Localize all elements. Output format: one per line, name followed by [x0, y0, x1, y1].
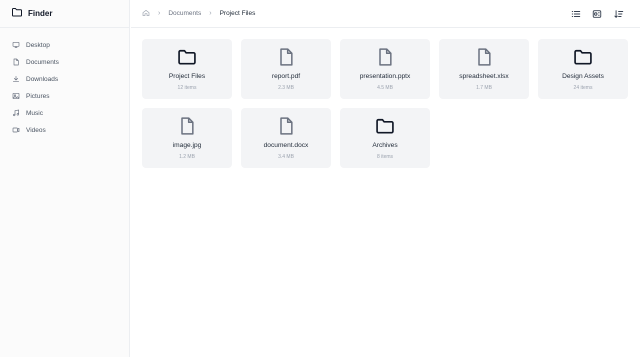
breadcrumb-item-documents[interactable]: Documents	[168, 10, 201, 17]
folder-icon	[177, 47, 197, 67]
sidebar-header: Finder	[0, 0, 129, 28]
folder-tile[interactable]: Project Files 12 items	[142, 39, 232, 99]
breadcrumb-separator: ›	[158, 10, 161, 17]
sidebar: Finder Desktop Documents Downloads Pictu…	[0, 0, 130, 357]
file-icon	[474, 47, 494, 67]
file-icon	[177, 116, 197, 136]
breadcrumb-item-current: Project Files	[219, 10, 256, 17]
finder-window: Finder Desktop Documents Downloads Pictu…	[0, 0, 640, 357]
file-tile[interactable]: presentation.pptx 4.5 MB	[340, 39, 430, 99]
video-icon	[12, 126, 26, 136]
breadcrumb: › Documents › Project Files	[142, 9, 255, 19]
sidebar-nav: Desktop Documents Downloads Pictures Mus…	[0, 28, 129, 139]
file-name: Design Assets	[562, 73, 604, 80]
sidebar-item-pictures[interactable]: Pictures	[0, 88, 129, 105]
folder-icon	[11, 5, 23, 23]
sidebar-item-label: Pictures	[26, 93, 50, 100]
home-icon[interactable]	[142, 9, 150, 19]
file-meta: 2.3 MB	[278, 85, 294, 91]
file-name: presentation.pptx	[359, 73, 411, 80]
file-name: Archives	[372, 142, 398, 149]
file-tile[interactable]: image.jpg 1.2 MB	[142, 108, 232, 168]
file-tile[interactable]: spreadsheet.xlsx 1.7 MB	[439, 39, 529, 99]
sidebar-item-documents[interactable]: Documents	[0, 54, 129, 71]
file-name: image.jpg	[172, 142, 202, 149]
sort-icon[interactable]	[614, 9, 624, 19]
app-title: Finder	[28, 9, 53, 18]
file-meta: 4.5 MB	[377, 85, 393, 91]
monitor-icon	[12, 41, 26, 51]
image-icon	[12, 92, 26, 102]
file-icon	[276, 47, 296, 67]
list-view-icon[interactable]	[571, 9, 581, 19]
file-icon	[375, 47, 395, 67]
sidebar-item-desktop[interactable]: Desktop	[0, 37, 129, 54]
file-name: Project Files	[168, 73, 206, 80]
file-meta: 1.7 MB	[476, 85, 492, 91]
file-name: document.docx	[263, 142, 309, 149]
music-icon	[12, 109, 26, 119]
file-meta: 1.2 MB	[179, 154, 195, 160]
download-icon	[12, 75, 26, 85]
file-name: report.pdf	[271, 73, 301, 80]
sidebar-item-label: Videos	[26, 127, 46, 134]
topbar: › Documents › Project Files	[131, 0, 640, 28]
sidebar-item-music[interactable]: Music	[0, 105, 129, 122]
sidebar-item-label: Music	[26, 110, 43, 117]
folder-tile[interactable]: Archives 8 items	[340, 108, 430, 168]
file-icon	[276, 116, 296, 136]
breadcrumb-separator: ›	[209, 10, 212, 17]
file-meta: 24 items	[573, 85, 593, 91]
main-pane: › Documents › Project Files Project File…	[131, 0, 640, 357]
sidebar-item-label: Desktop	[26, 42, 50, 49]
sidebar-item-downloads[interactable]: Downloads	[0, 71, 129, 88]
sidebar-item-label: Documents	[26, 59, 59, 66]
file-meta: 3.4 MB	[278, 154, 294, 160]
file-tile[interactable]: report.pdf 2.3 MB	[241, 39, 331, 99]
file-meta: 8 items	[376, 154, 394, 160]
folder-icon	[375, 116, 395, 136]
file-name: spreadsheet.xlsx	[459, 73, 509, 80]
sidebar-item-videos[interactable]: Videos	[0, 122, 129, 139]
file-tile[interactable]: document.docx 3.4 MB	[241, 108, 331, 168]
folder-tile[interactable]: Design Assets 24 items	[538, 39, 628, 99]
sidebar-item-label: Downloads	[26, 76, 59, 83]
toggle-view-icon[interactable]	[592, 9, 602, 19]
file-meta: 12 items	[177, 85, 197, 91]
document-icon	[12, 58, 26, 68]
folder-icon	[573, 47, 593, 67]
